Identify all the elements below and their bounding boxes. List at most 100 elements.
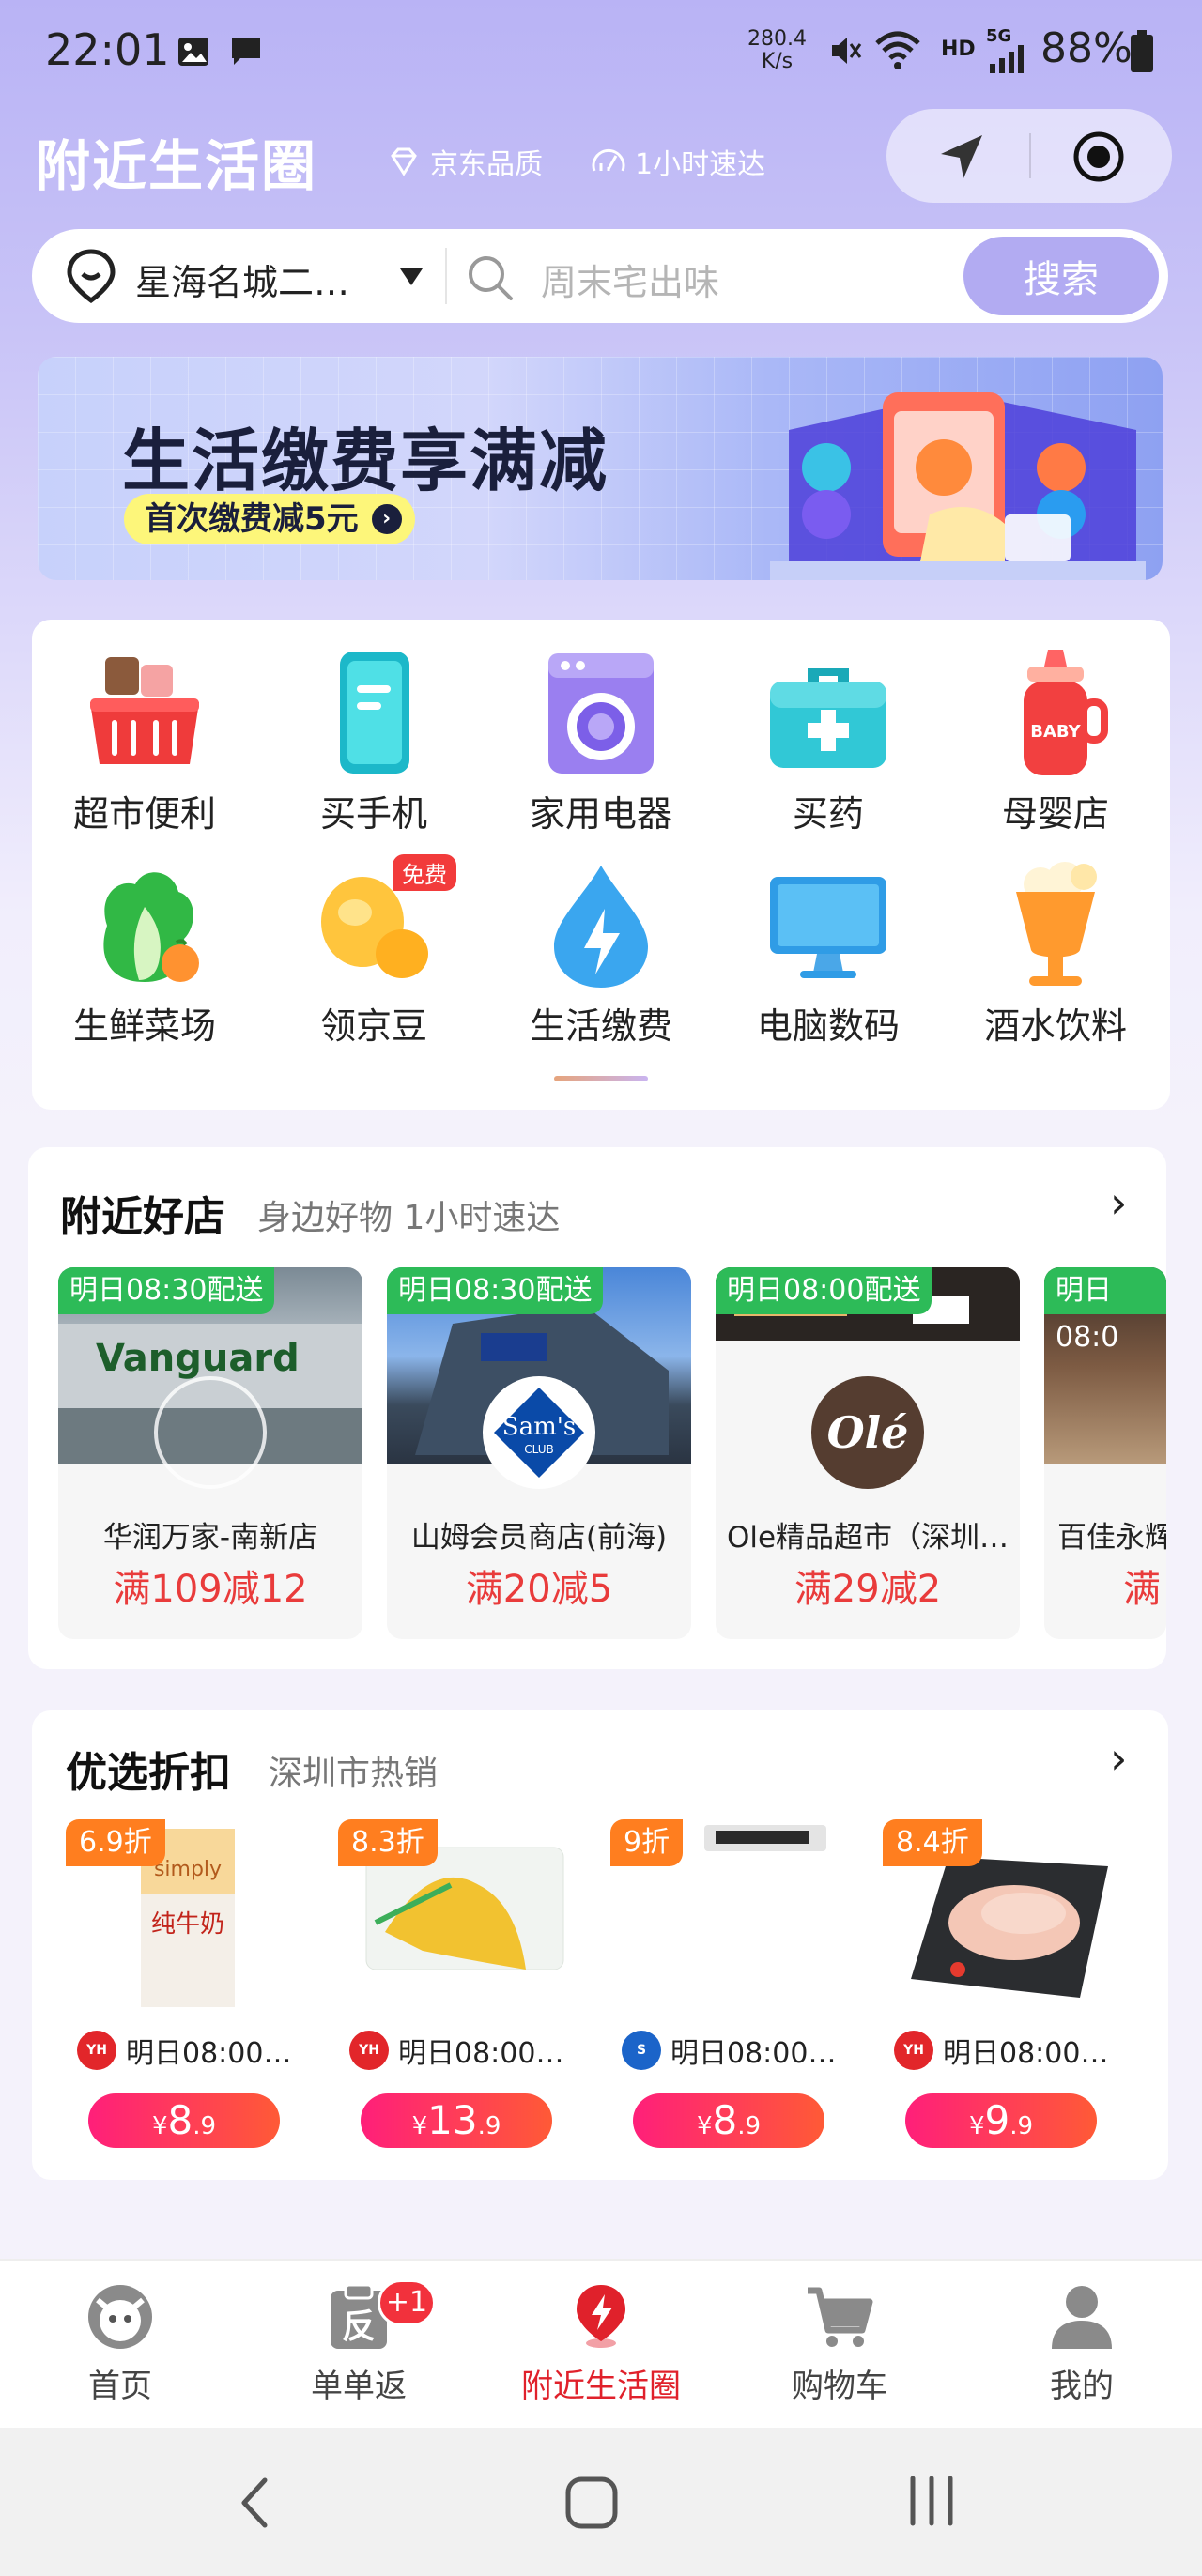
chevron-right-icon[interactable]: › [1110,1177,1127,1228]
category-fresh[interactable]: 生鲜菜场 [51,860,239,1049]
wifi-icon [875,31,920,69]
battery-percent: 88% [1040,24,1133,72]
mute-icon [832,38,862,64]
shipping-info: YH 明日08:00… [77,2030,291,2071]
water-drop-bolt-icon [535,860,667,991]
discount-badge: 8.3折 [338,1819,438,1866]
svg-text:CLUB: CLUB [524,1443,553,1456]
promo-banner[interactable]: 生活缴费享满减 首次缴费减5元 › [38,357,1163,580]
phone-icon [308,648,439,779]
search-input[interactable]: 周末宅出味 [541,253,719,305]
home-mascot-icon [85,2281,156,2353]
net-speed: 280.4 K/s [747,27,807,73]
hd-label: HD [941,38,976,61]
price-button[interactable]: ¥9.9 [905,2093,1097,2148]
store-deal: 满20减5 [465,1568,613,1611]
category-phones[interactable]: 买手机 [280,648,468,836]
nav-nearby[interactable]: 附近生活圈 [507,2281,695,2406]
store-name: 百佳永辉 [1057,1521,1166,1555]
user-icon [1046,2281,1117,2353]
product-card[interactable]: simply 纯牛奶 6.9折 YH 明日08:00… ¥8.9 [66,1819,310,2157]
delivery-badge: 明日08:0 [1044,1267,1166,1354]
category-label: 超市便利 [72,793,216,835]
store-name: 山姆会员商店(前海) [410,1521,668,1555]
nav-label: 单单返 [311,2368,407,2405]
banner-subtitle[interactable]: 首次缴费减5元 › [124,494,415,544]
category-supermarket[interactable]: 超市便利 [51,648,239,836]
bean-icon: 免费 [308,854,456,991]
delivery-badge: 明日08:00配送 [716,1267,932,1314]
nav-profile[interactable]: 我的 [988,2281,1176,2406]
svg-text:BABY: BABY [1030,722,1081,742]
product-card[interactable]: 9折 S 明日08:00… ¥8.9 [610,1819,855,2157]
yonghui-logo-icon: YH [77,2031,116,2070]
target-circle-icon[interactable] [1071,130,1127,184]
category-label: 生活缴费 [529,1005,672,1047]
category-computers[interactable]: 电脑数码 [734,860,922,1049]
free-badge: 免费 [393,854,456,891]
category-beverages[interactable]: 酒水饮料 [962,860,1149,1049]
nav-home[interactable]: 首页 [26,2281,214,2406]
section-title: 优选折扣 [66,1749,231,1797]
price-button[interactable]: ¥13.9 [361,2093,552,2148]
location-bolt-icon [565,2281,637,2353]
page-title: 附近生活圈 [36,134,318,198]
nav-label: 我的 [1050,2368,1114,2405]
recents-icon[interactable] [905,2475,958,2527]
nav-label: 首页 [88,2368,152,2405]
category-baby[interactable]: BABY 母婴店 [962,648,1149,836]
page-indicator [554,1076,648,1081]
section-title: 附近好店 [60,1193,225,1241]
vegetable-icon [79,860,210,991]
banner-title: 生活缴费享满减 [122,422,609,500]
baby-bottle-icon: BABY [990,648,1121,779]
section-subtitle: 身边好物 1小时速达 [257,1199,561,1237]
location-selector[interactable]: 星海名城二… [135,253,389,305]
store-card[interactable]: Vanguard 明日08:30配送 华润万家-南新店 满109减12 [58,1267,362,1639]
caret-down-icon[interactable] [398,267,424,287]
category-appliances[interactable]: 家用电器 [507,648,695,836]
beer-glass-icon [990,860,1121,991]
delivery-badge: 明日08:30配送 [58,1267,275,1314]
search-divider [445,248,447,304]
store-deal: 满29减2 [794,1568,942,1611]
price-button[interactable]: ¥8.9 [88,2093,280,2148]
location-pin-icon[interactable] [64,248,118,304]
arrow-right-icon: › [371,504,402,534]
store-name: Ole精品超市（深圳… [726,1521,1009,1555]
category-label: 母婴店 [1001,793,1109,835]
signal-icon [990,45,1024,73]
navigation-arrow-icon[interactable] [935,131,988,182]
svg-text:纯牛奶: 纯牛奶 [151,1910,224,1939]
category-utilities[interactable]: 生活缴费 [507,860,695,1049]
speedometer-icon [592,149,625,172]
status-time: 22:01 [45,24,170,75]
store-card[interactable]: 明日08:00配送 Olé Ole精品超市（深圳… 满29减2 [716,1267,1020,1639]
speed-tag: 1小时速达 [590,141,765,182]
store-name: 华润万家-南新店 [102,1521,318,1555]
shipping-info: YH 明日08:00… [349,2030,563,2071]
price-button[interactable]: ¥8.9 [633,2093,824,2148]
category-jd-beans[interactable]: 免费 领京豆 [280,854,468,1049]
category-label: 电脑数码 [756,1005,900,1047]
nav-label: 购物车 [792,2368,887,2405]
monitor-icon [763,860,894,991]
nav-label: 附近生活圈 [521,2368,681,2405]
rebate-count-badge: +1 [378,2279,436,2326]
search-button[interactable]: 搜索 [963,237,1159,315]
back-icon[interactable] [237,2475,274,2531]
product-card[interactable]: 8.3折 YH 明日08:00… ¥13.9 [338,1819,582,2157]
header-actions [886,109,1172,203]
category-label: 生鲜菜场 [72,1005,216,1047]
section-subtitle: 深圳市热销 [269,1755,439,1793]
ole-logo-icon: Olé [811,1376,924,1489]
category-pharmacy[interactable]: 买药 [734,648,922,836]
home-button-icon[interactable] [563,2475,620,2531]
chevron-right-icon[interactable]: › [1110,1733,1127,1784]
nav-cart[interactable]: 购物车 [746,2281,933,2406]
product-card[interactable]: 8.4折 YH 明日08:00… ¥9.9 [883,1819,1127,2157]
store-card[interactable]: 明日08:0 百佳永辉 满 [1044,1267,1166,1639]
category-label: 家用电器 [529,793,672,835]
store-card[interactable]: 明日08:30配送 Sam's CLUB 山姆会员商店(前海) 满20减5 [387,1267,691,1639]
actions-divider [1029,133,1031,178]
